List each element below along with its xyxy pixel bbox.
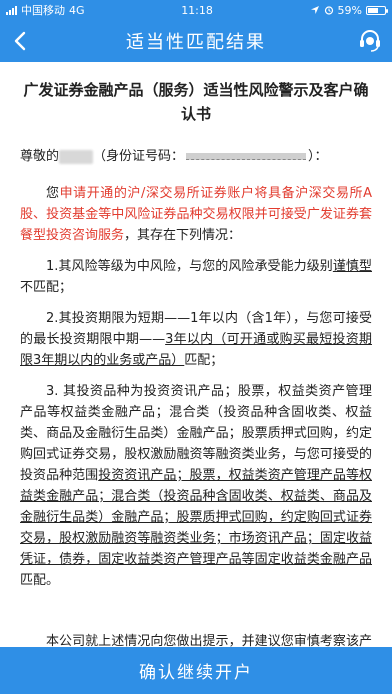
customer-service-icon[interactable] <box>356 27 384 55</box>
signal-icon <box>6 5 17 15</box>
paragraph-risk-level: 1.其风险等级为中风险，与您的风险承受能力级别谨慎型不匹配； <box>20 256 372 298</box>
battery-icon <box>366 5 388 15</box>
network-label: 4G <box>69 3 85 17</box>
intro-lead: 您 <box>46 186 60 201</box>
risk-tolerance-level: 谨慎型 <box>332 259 372 274</box>
greeting-prefix: 尊敬的 <box>20 149 60 164</box>
intro-tail: ，其存在下列情况： <box>124 228 242 243</box>
paragraph-intro: 您申请开通的沪/深交易所证券账户将具备沪深交易所A股、投资基金等中风险证券品种交… <box>20 183 372 246</box>
greeting-line: 尊敬的 （身份证号码： ）： <box>20 146 372 167</box>
status-bar: 中国移动 4G 11:18 59% <box>0 0 392 20</box>
status-time: 11:18 <box>181 3 213 17</box>
status-left: 中国移动 4G <box>6 2 85 18</box>
back-arrow-icon[interactable] <box>8 28 34 54</box>
paragraph-notice: 本公司就上述情况向您做出提示，并建议您审慎考察该产品或服务的特征及风险，自行做出… <box>46 634 372 647</box>
paragraph-products: 3. 其投资品种为投资资讯产品；股票，权益类资产管理产品等权益类金融产品；混合类… <box>20 381 372 591</box>
term-result: 匹配； <box>184 353 224 368</box>
risk-level-text: 1.其风险等级为中风险，与您的风险承受能力级别 <box>46 259 333 274</box>
status-right: 59% <box>310 3 388 17</box>
greeting-id-label: （身份证号码： <box>93 149 185 164</box>
battery-percent: 59% <box>337 3 362 17</box>
document-title: 广发证券金融产品（服务）适当性风险警示及客户确认书 <box>23 81 369 123</box>
nav-bar: 适当性匹配结果 <box>0 20 392 62</box>
masked-name <box>59 149 94 164</box>
paragraph-term: 2.其投资期限为短期——1年以内（含1年），与您可接受的最长投资期限中期——3年… <box>20 308 372 371</box>
page-title: 适当性匹配结果 <box>126 32 266 53</box>
location-icon <box>310 6 319 14</box>
risk-level-result: 不匹配； <box>20 280 73 295</box>
products-result: 匹配。 <box>20 573 60 588</box>
confirm-continue-button[interactable]: 确认继续开户 <box>0 647 392 694</box>
alarm-icon <box>324 6 333 15</box>
document-content[interactable]: 广发证券金融产品（服务）适当性风险警示及客户确认书 尊敬的 （身份证号码： ）： 您… <box>0 62 392 647</box>
greeting-suffix: ）： <box>308 149 328 164</box>
carrier-label: 中国移动 <box>21 4 65 17</box>
masked-id-number <box>186 153 307 160</box>
